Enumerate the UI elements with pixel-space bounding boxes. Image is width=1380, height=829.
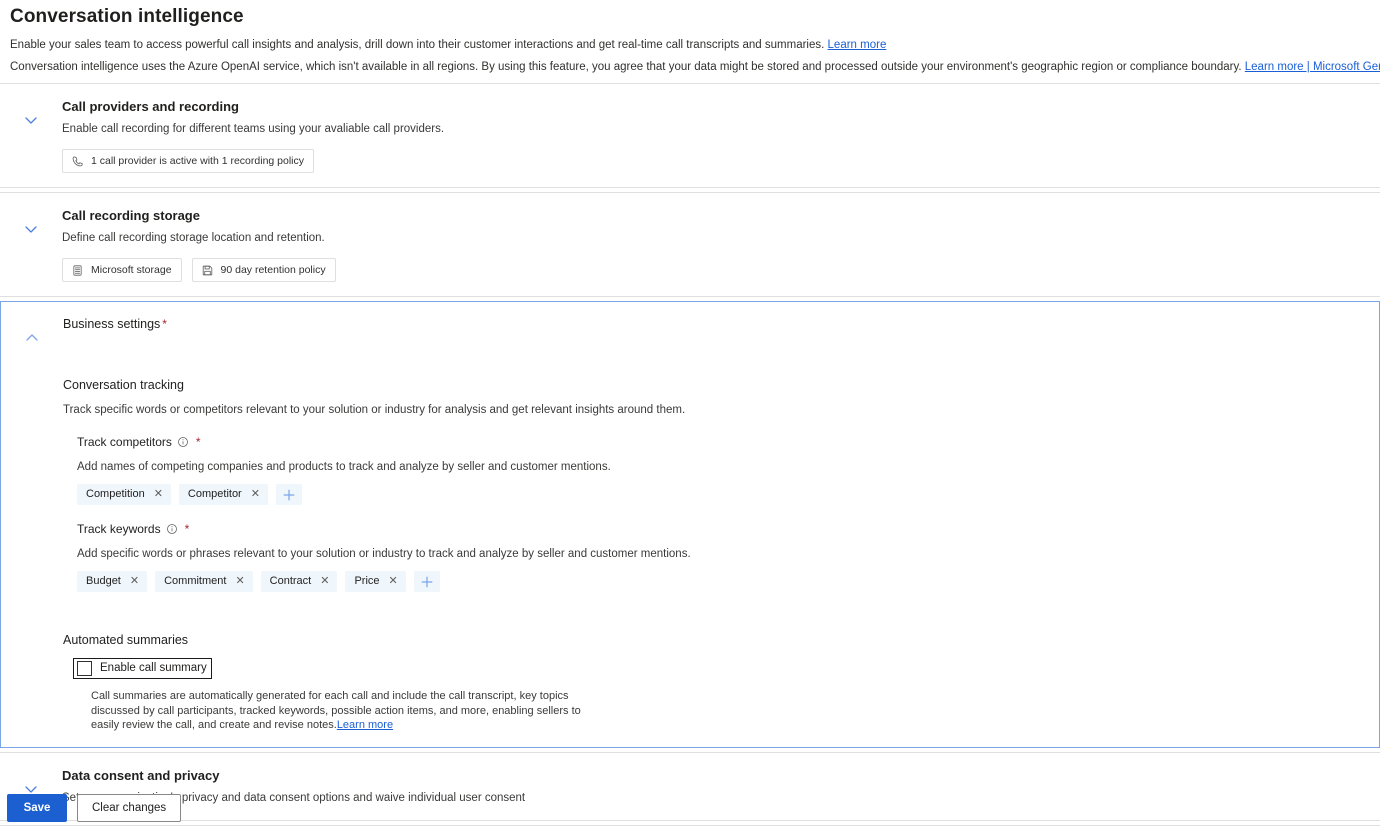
intro-1-learn-more-link[interactable]: Learn more — [828, 39, 887, 51]
chevron-down-icon[interactable] — [0, 207, 62, 237]
track-competitors-label-row: Track competitors * — [77, 434, 1359, 450]
badge-call-provider-status: 1 call provider is active with 1 recordi… — [62, 149, 315, 173]
page-title: Conversation intelligence — [10, 6, 244, 27]
conversation-tracking-section: Conversation tracking Track specific wor… — [63, 339, 1359, 596]
info-icon[interactable] — [166, 523, 178, 535]
chip-label: Budget — [86, 575, 121, 587]
chip-remove-icon[interactable]: ✕ — [320, 576, 329, 587]
automated-summaries-section: Automated summaries Enable call summary … — [63, 632, 1359, 733]
badge-label: 1 call provider is active with 1 recordi… — [91, 155, 305, 167]
database-icon — [71, 264, 84, 277]
conversation-tracking-description: Track specific words or competitors rele… — [63, 404, 686, 416]
chip-remove-icon[interactable]: ✕ — [154, 489, 163, 500]
chip-label: Commitment — [164, 575, 227, 587]
badge-label: 90 day retention policy — [220, 264, 326, 276]
page-header: Conversation intelligence Enable your sa… — [0, 0, 1380, 75]
card-next-partial[interactable] — [0, 824, 1380, 829]
track-keywords-label-row: Track keywords * — [77, 521, 1359, 537]
chevron-down-icon[interactable] — [0, 767, 62, 797]
card-subtitle: Define call recording storage location a… — [62, 232, 325, 244]
card-call-recording-storage[interactable]: Call recording storage Define call recor… — [0, 192, 1380, 297]
chip-item[interactable]: Competition ✕ — [77, 484, 171, 505]
chip-label: Competition — [86, 488, 145, 500]
automated-summaries-learn-more-link[interactable]: Learn more — [337, 719, 393, 731]
track-keywords-description: Add specific words or phrases relevant t… — [77, 548, 691, 560]
badge-microsoft-storage: Microsoft storage — [62, 258, 182, 282]
badge-retention-policy: 90 day retention policy — [191, 258, 336, 282]
chip-item[interactable]: Commitment ✕ — [155, 571, 253, 592]
settings-accordion: Call providers and recording Enable call… — [0, 83, 1380, 829]
add-keyword-button[interactable] — [413, 571, 440, 592]
intro-2-terms-link[interactable]: Learn more | Microsoft Generative AI Ser… — [1245, 61, 1380, 73]
card-title: Call providers and recording — [62, 99, 239, 114]
chevron-up-icon[interactable] — [1, 316, 63, 346]
footer-actions: Save Clear changes — [0, 794, 182, 822]
intro-paragraph-2: Conversation intelligence uses the Azure… — [10, 60, 1380, 75]
chip-label: Contract — [269, 575, 312, 587]
phone-icon — [71, 155, 84, 168]
required-asterisk: * — [184, 522, 190, 536]
track-keywords-label: Track keywords — [77, 522, 161, 536]
chip-item[interactable]: Competitor ✕ — [178, 484, 268, 505]
track-competitors-label: Track competitors — [77, 435, 172, 449]
required-asterisk: * — [162, 317, 167, 331]
intro-2-text: Conversation intelligence uses the Azure… — [10, 61, 1242, 73]
clear-changes-button[interactable]: Clear changes — [77, 794, 182, 822]
checkbox-box[interactable] — [77, 661, 92, 676]
info-icon[interactable] — [177, 436, 189, 448]
card-data-consent-and-privacy[interactable]: Data consent and privacy Set your organi… — [0, 751, 1380, 821]
card-call-providers-and-recording[interactable]: Call providers and recording Enable call… — [0, 83, 1380, 188]
conversation-tracking-heading: Conversation tracking — [63, 378, 184, 392]
automated-summaries-description: Call summaries are automatically generat… — [91, 689, 611, 733]
track-competitors-chip-list: Competition ✕ Competitor ✕ — [77, 484, 1359, 505]
chip-label: Competitor — [187, 488, 242, 500]
chip-remove-icon[interactable]: ✕ — [389, 576, 398, 587]
card-subtitle: Set your organization's privacy and data… — [62, 791, 526, 804]
card-business-settings[interactable]: Business settings * Conversation tracking… — [0, 301, 1380, 748]
required-asterisk: * — [195, 435, 201, 449]
chip-remove-icon[interactable]: ✕ — [235, 576, 244, 587]
card-title: Call recording storage — [62, 208, 200, 223]
save-button[interactable]: Save — [7, 794, 67, 822]
add-competitor-button[interactable] — [275, 484, 302, 505]
chip-remove-icon[interactable]: ✕ — [130, 576, 139, 587]
chip-item[interactable]: Contract ✕ — [260, 571, 338, 592]
track-keywords-chip-list: Budget ✕ Commitment ✕ Contract ✕ Price ✕ — [77, 571, 1359, 592]
chip-remove-icon[interactable]: ✕ — [251, 489, 260, 500]
intro-1-text: Enable your sales team to access powerfu… — [10, 39, 825, 51]
track-competitors-description: Add names of competing companies and pro… — [77, 461, 611, 473]
chip-item[interactable]: Price ✕ — [345, 571, 406, 592]
automated-summaries-heading: Automated summaries — [63, 633, 189, 647]
chip-item[interactable]: Budget ✕ — [77, 571, 148, 592]
card-subtitle: Enable call recording for different team… — [62, 123, 445, 135]
enable-call-summary-checkbox[interactable]: Enable call summary — [73, 658, 212, 679]
badge-list: Microsoft storage 90 day retention polic… — [62, 258, 1360, 282]
card-title: Data consent and privacy — [62, 767, 220, 783]
card-title-wrapper: Business settings * — [63, 316, 1359, 333]
badge-label: Microsoft storage — [91, 264, 172, 276]
badge-list: 1 call provider is active with 1 recordi… — [62, 149, 1360, 173]
save-icon — [201, 264, 214, 277]
field-track-keywords: Track keywords * Add specific words or p… — [63, 521, 1359, 592]
chevron-down-icon[interactable] — [0, 98, 62, 128]
conversation-intelligence-page: Conversation intelligence Enable your sa… — [0, 0, 1380, 829]
intro-paragraph-1: Enable your sales team to access powerfu… — [10, 38, 1370, 53]
checkbox-label: Enable call summary — [100, 662, 207, 674]
card-title: Business settings — [63, 317, 161, 331]
field-track-competitors: Track competitors * Add names of competi… — [63, 434, 1359, 505]
chip-label: Price — [354, 575, 380, 587]
